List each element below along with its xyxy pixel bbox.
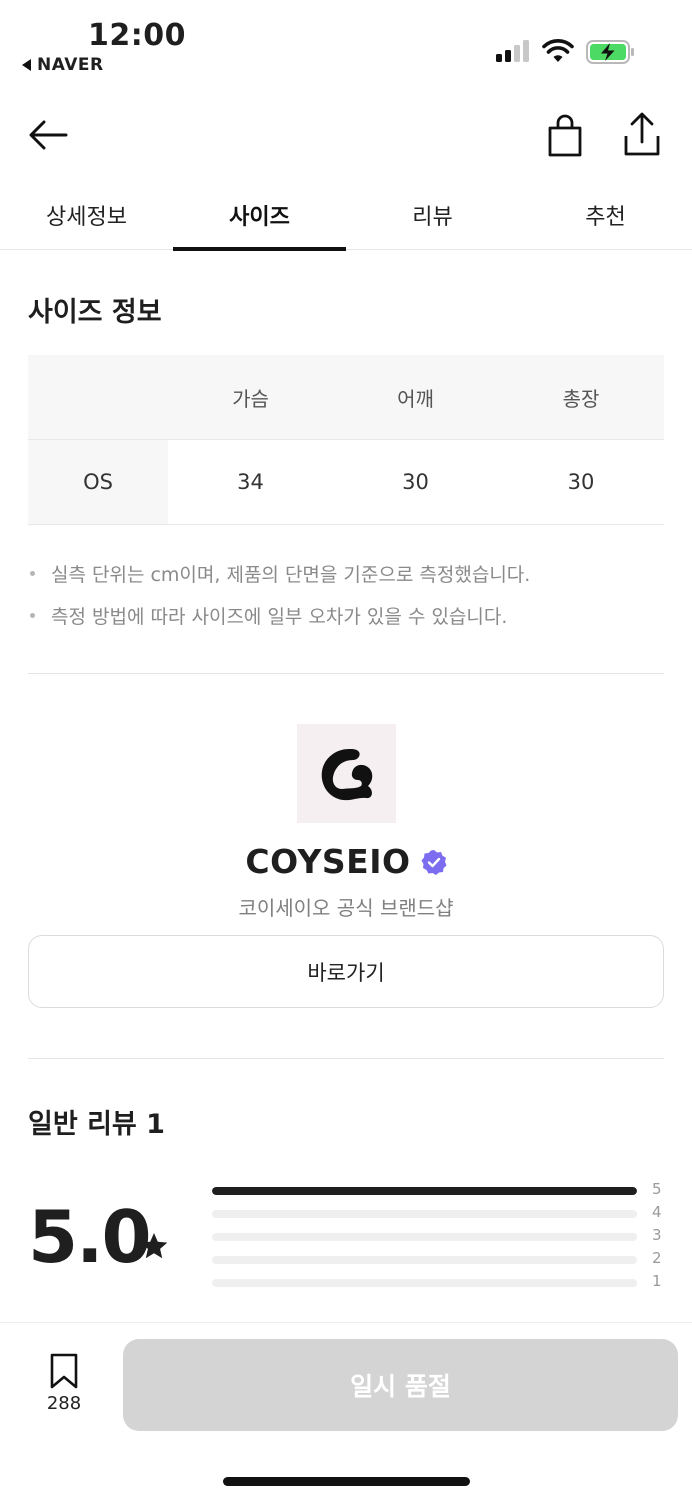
chest-value-cell: 34 [237,470,264,494]
bookmark-icon [50,1353,78,1389]
bar-track [212,1233,637,1241]
size-notes: 실측 단위는 cm이며, 제품의 단면을 기준으로 측정했습니다. 측정 방법에… [28,552,668,636]
rating-bar-1: 1 [212,1272,672,1294]
arrow-left-icon[interactable] [26,112,72,158]
divider [28,673,664,674]
size-table: 가슴 어깨 총장 OS 34 30 30 [28,355,664,525]
status-back-to-app[interactable]: NAVER [22,55,104,75]
bar-label: 4 [652,1203,662,1221]
header-cell-shoulder: 어깨 [397,386,434,411]
tab-reviews[interactable]: 리뷰 [346,180,519,250]
status-back-label: NAVER [37,55,104,75]
wifi-icon [542,39,574,62]
length-value-cell: 30 [567,470,595,494]
brand-name-row: COYSEIO [0,842,692,881]
soldout-button[interactable]: 일시 품절 [123,1339,678,1431]
header-cell-length: 총장 [562,386,600,411]
verified-badge-icon [421,849,447,875]
back-triangle-icon [22,59,31,71]
shopping-bag-icon[interactable] [544,112,586,158]
brand-logo[interactable] [297,724,396,823]
top-nav [0,100,692,170]
brand-subtitle: 코이세이오 공식 브랜드샵 [238,896,454,920]
bottom-action-bar: 288 일시 품절 [0,1322,692,1500]
bar-label: 3 [652,1226,662,1244]
tab-size[interactable]: 사이즈 [173,180,346,251]
brand-goto-button[interactable]: 바로가기 [28,935,664,1008]
tab-details[interactable]: 상세정보 [0,180,173,250]
rating-bar-2: 2 [212,1249,672,1271]
star-icon [140,1233,168,1259]
list-item: 측정 방법에 따라 사이즈에 일부 오차가 있을 수 있습니다. [28,594,668,636]
share-icon[interactable] [620,110,664,158]
average-rating: 5.0 [28,1195,152,1279]
status-time: 12:00 [88,18,186,53]
bookmark-button[interactable]: 288 [36,1353,92,1417]
brand-name[interactable]: COYSEIO [245,842,410,881]
bookmark-count: 288 [46,1393,82,1414]
brand-logo-mark-icon [321,748,372,800]
section-tabs: 상세정보 사이즈 리뷰 추천 [0,180,692,251]
home-indicator [223,1477,470,1486]
rating-bar-3: 3 [212,1226,672,1248]
table-row: OS 34 30 30 [28,440,664,525]
bar-track [212,1187,637,1195]
cellular-signal-icon [496,40,529,62]
bar-label: 2 [652,1249,662,1267]
divider [28,1058,664,1059]
rating-bar-4: 4 [212,1203,672,1225]
rating-bar-5: 5 [212,1180,672,1202]
battery-charging-icon [586,40,634,64]
list-item: 실측 단위는 cm이며, 제품의 단면을 기준으로 측정했습니다. [28,552,668,594]
tab-recommend[interactable]: 추천 [519,180,692,250]
bar-track [212,1210,637,1218]
bar-label: 5 [652,1180,662,1198]
shoulder-value-cell: 30 [402,470,429,494]
size-table-header: 가슴 어깨 총장 [28,355,664,440]
note-text: 실측 단위는 cm이며, 제품의 단면을 기준으로 측정했습니다. [51,563,531,586]
reviews-title: 일반 리뷰 1 [28,1109,165,1140]
note-text: 측정 방법에 따라 사이즈에 일부 오차가 있을 수 있습니다. [51,605,508,628]
bar-fill [212,1187,637,1195]
size-label-cell: OS [28,440,168,524]
size-info-title: 사이즈 정보 [28,297,162,328]
bar-track [212,1279,637,1287]
bar-label: 1 [652,1272,662,1290]
bullet-icon [30,570,35,576]
status-bar: 12:00 NAVER [0,0,692,90]
header-cell-chest: 가슴 [232,386,269,411]
header-cell-empty [28,355,168,439]
bar-track [212,1256,637,1264]
bullet-icon [30,612,35,618]
